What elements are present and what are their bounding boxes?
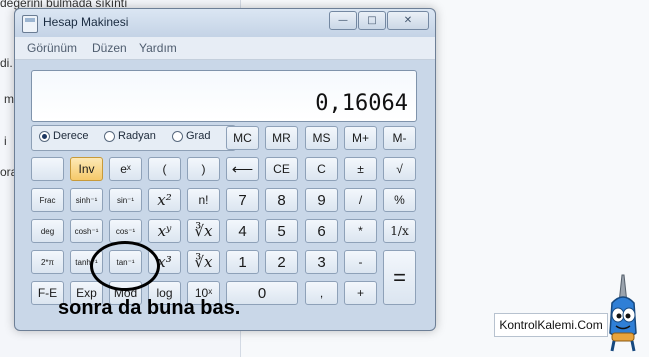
divide-button[interactable]: / bbox=[344, 188, 377, 212]
factorial-button[interactable]: n! bbox=[187, 188, 220, 212]
calculator-icon bbox=[22, 15, 38, 33]
equals-button[interactable]: = bbox=[383, 250, 416, 305]
radio-icon bbox=[172, 130, 183, 142]
maximize-button[interactable]: □ bbox=[358, 11, 386, 30]
radio-grad[interactable]: Grad bbox=[172, 130, 210, 142]
percent-button[interactable]: % bbox=[383, 188, 416, 212]
window-title: Hesap Makinesi bbox=[43, 15, 129, 29]
clear-entry-button[interactable]: CE bbox=[265, 157, 298, 181]
background-text-3: m bbox=[4, 92, 14, 106]
digit-2-button[interactable]: 2 bbox=[265, 250, 298, 274]
minimize-button[interactable]: — bbox=[329, 11, 357, 30]
radio-radian[interactable]: Radyan bbox=[104, 130, 156, 142]
angle-mode-group: Derece Radyan Grad bbox=[31, 125, 236, 151]
menu-view[interactable]: Görünüm bbox=[27, 41, 77, 55]
digit-6-button[interactable]: 6 bbox=[305, 219, 338, 243]
reciprocal-button[interactable]: 1/x bbox=[383, 219, 416, 243]
radio-grad-label: Grad bbox=[186, 130, 211, 142]
radio-icon bbox=[104, 130, 115, 142]
y-root-button[interactable]: ∛x bbox=[187, 219, 220, 243]
arccos-button[interactable]: cos⁻¹ bbox=[109, 219, 142, 243]
background-text-2: di. bbox=[0, 56, 13, 70]
menu-edit[interactable]: Düzen bbox=[92, 41, 127, 55]
clear-button[interactable]: C bbox=[305, 157, 338, 181]
mc-button[interactable]: MC bbox=[226, 126, 259, 150]
digit-3-button[interactable]: 3 bbox=[305, 250, 338, 274]
mr-button[interactable]: MR bbox=[265, 126, 298, 150]
mplus-button[interactable]: M+ bbox=[344, 126, 377, 150]
subtract-button[interactable]: - bbox=[344, 250, 377, 274]
ms-button[interactable]: MS bbox=[305, 126, 338, 150]
digit-4-button[interactable]: 4 bbox=[226, 219, 259, 243]
radio-radian-label: Radyan bbox=[118, 130, 156, 142]
left-paren-button[interactable]: ( bbox=[148, 157, 181, 181]
deg-button[interactable]: deg bbox=[31, 219, 64, 243]
right-paren-button[interactable]: ) bbox=[187, 157, 220, 181]
radio-degree-label: Derece bbox=[53, 130, 89, 142]
power-button[interactable]: xʸ bbox=[148, 219, 181, 243]
digit-5-button[interactable]: 5 bbox=[265, 219, 298, 243]
menu-help[interactable]: Yardım bbox=[139, 41, 177, 55]
multiply-button[interactable]: * bbox=[344, 219, 377, 243]
add-button[interactable]: + bbox=[344, 281, 377, 305]
plus-minus-button[interactable]: ± bbox=[344, 157, 377, 181]
display-value: 0,16064 bbox=[315, 91, 408, 116]
highlight-circle bbox=[90, 241, 160, 291]
two-pi-button[interactable]: 2*π bbox=[31, 250, 64, 274]
radio-selected-icon bbox=[39, 130, 50, 142]
backspace-button[interactable]: ⟵ bbox=[226, 157, 259, 181]
arccosh-button[interactable]: cosh⁻¹ bbox=[70, 219, 103, 243]
watermark-label: KontrolKalemi.Com bbox=[494, 313, 608, 337]
square-button[interactable]: x² bbox=[148, 188, 181, 212]
background-text-4: i bbox=[4, 134, 7, 148]
arcsin-button[interactable]: sin⁻¹ bbox=[109, 188, 142, 212]
menu-bar: Görünüm Düzen Yardım bbox=[15, 37, 435, 60]
display: 0,16064 bbox=[31, 70, 417, 122]
radio-degree[interactable]: Derece bbox=[39, 130, 88, 142]
calculator-window: Hesap Makinesi — □ ✕ Görünüm Düzen Yardı… bbox=[14, 8, 436, 331]
mminus-button[interactable]: M- bbox=[383, 126, 416, 150]
digit-8-button[interactable]: 8 bbox=[265, 188, 298, 212]
inv-button[interactable]: Inv bbox=[70, 157, 103, 181]
arcsinh-button[interactable]: sinh⁻¹ bbox=[70, 188, 103, 212]
digit-1-button[interactable]: 1 bbox=[226, 250, 259, 274]
title-bar[interactable]: Hesap Makinesi — □ ✕ bbox=[15, 9, 435, 37]
mascot-logo bbox=[609, 274, 637, 352]
close-button[interactable]: ✕ bbox=[387, 11, 429, 30]
blank-button[interactable] bbox=[31, 157, 64, 181]
frac-button[interactable]: Frac bbox=[31, 188, 64, 212]
cube-root-button[interactable]: ∛x bbox=[187, 250, 220, 274]
exp-e-button[interactable]: eˣ bbox=[109, 157, 142, 181]
sqrt-button[interactable]: √ bbox=[383, 157, 416, 181]
annotation-text: sonra da buna bas. bbox=[58, 297, 241, 319]
digit-9-button[interactable]: 9 bbox=[305, 188, 338, 212]
digit-7-button[interactable]: 7 bbox=[226, 188, 259, 212]
decimal-button[interactable]: , bbox=[305, 281, 338, 305]
